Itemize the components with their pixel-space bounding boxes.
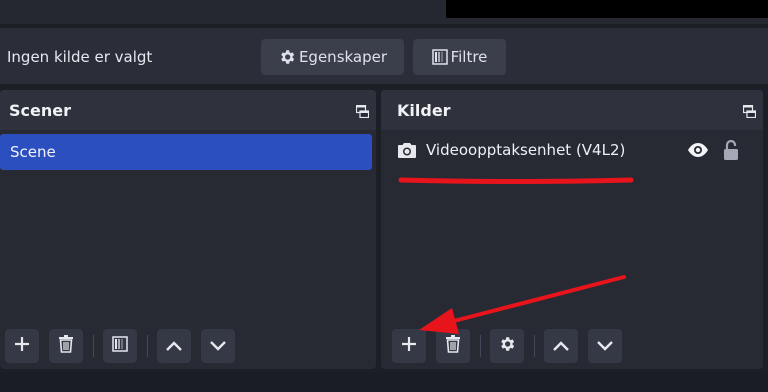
source-item-label: Videoopptaksenhet (V4L2) (426, 141, 626, 159)
filter-icon (431, 49, 448, 65)
scene-list-item[interactable]: Scene (0, 134, 372, 170)
eye-icon[interactable] (687, 142, 709, 162)
no-source-label: Ingen kilde er valgt (7, 48, 153, 66)
sources-dock-header: Kilder (381, 90, 763, 130)
properties-label: Egenskaper (298, 48, 388, 66)
preview-canvas (446, 0, 768, 18)
scenes-dock-header: Scener (0, 90, 376, 130)
context-bar: Ingen kilde er valgt Egenskaper Filtre (0, 28, 768, 84)
add-scene-button[interactable] (5, 329, 39, 363)
trash-icon (58, 335, 74, 357)
source-list-item[interactable]: Videoopptaksenhet (V4L2) (381, 134, 761, 168)
chevron-up-icon (552, 337, 570, 356)
filters-button[interactable]: Filtre (413, 39, 506, 75)
scenes-dock-title: Scener (9, 101, 71, 120)
gear-icon (278, 48, 296, 66)
scene-move-down-button[interactable] (201, 329, 235, 363)
undock-icon[interactable] (742, 103, 757, 122)
status-bar (0, 372, 768, 392)
source-move-up-button[interactable] (544, 329, 578, 363)
toolbar-separator (534, 335, 535, 357)
toolbar-separator (480, 335, 481, 357)
sources-dock-title: Kilder (397, 101, 451, 120)
toolbar-separator (147, 335, 148, 357)
chevron-down-icon (596, 337, 614, 356)
plus-icon (13, 335, 31, 357)
properties-button[interactable]: Egenskaper (261, 39, 404, 75)
toolbar-separator (93, 335, 94, 357)
scene-item-label: Scene (10, 143, 56, 161)
remove-scene-button[interactable] (49, 329, 83, 363)
lock-icon[interactable] (723, 139, 739, 165)
gear-icon (498, 335, 516, 357)
filter-icon (112, 336, 128, 356)
source-properties-button[interactable] (490, 329, 524, 363)
scene-filters-button[interactable] (103, 329, 137, 363)
filters-label: Filtre (450, 48, 488, 66)
chevron-down-icon (209, 337, 227, 356)
chevron-up-icon (165, 337, 183, 356)
plus-icon (400, 335, 418, 357)
scenes-dock: Scener Scene (0, 90, 376, 369)
camera-icon (397, 141, 417, 163)
add-source-button[interactable] (392, 329, 426, 363)
sources-dock: Kilder Videoopptaksenhet (V4L2) (381, 90, 763, 369)
trash-icon (445, 335, 461, 357)
source-move-down-button[interactable] (588, 329, 622, 363)
scene-move-up-button[interactable] (157, 329, 191, 363)
undock-icon[interactable] (355, 103, 370, 122)
remove-source-button[interactable] (436, 329, 470, 363)
